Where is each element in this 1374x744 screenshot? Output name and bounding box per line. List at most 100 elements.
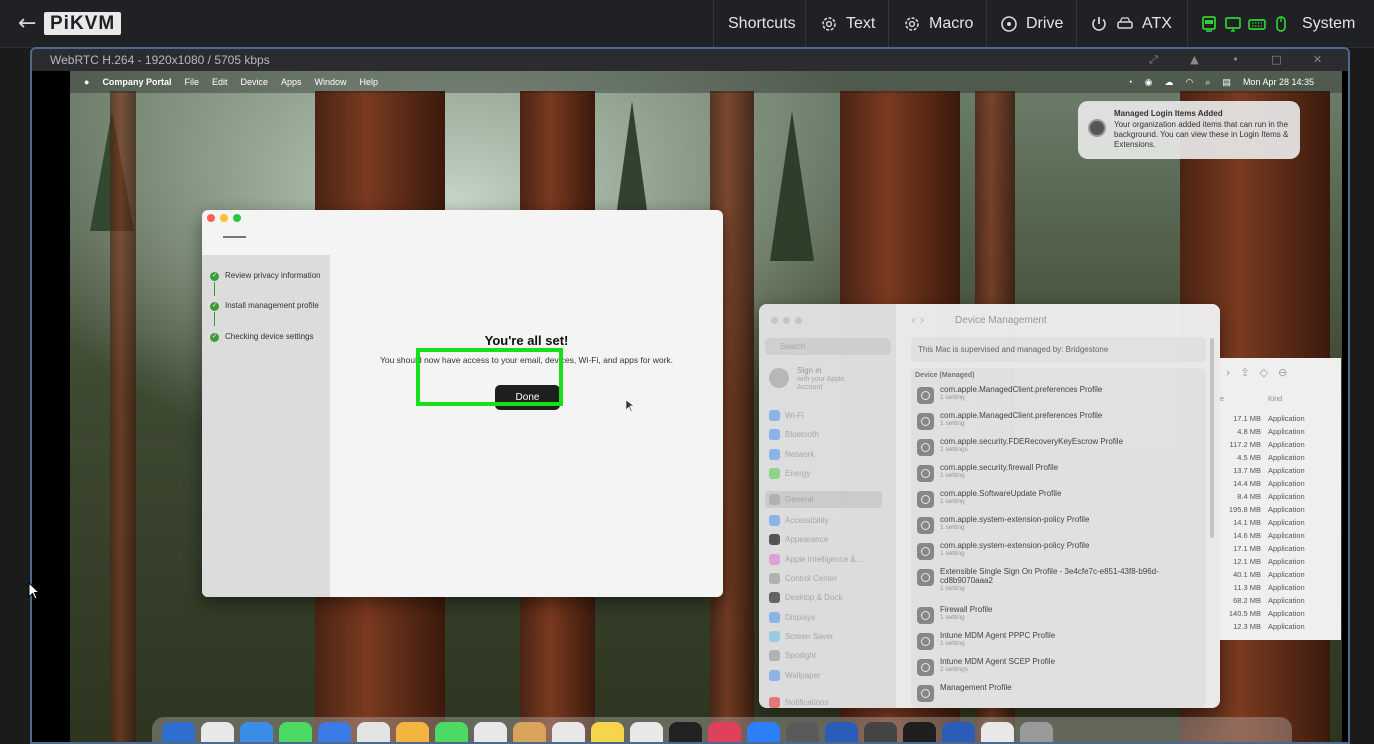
- finder-row[interactable]: 4.5 MB Application: [1220, 451, 1341, 464]
- back-arrow-icon[interactable]: ←: [18, 11, 36, 36]
- profile-row[interactable]: Management Profile: [917, 680, 1202, 706]
- sidebar-item-appearance[interactable]: Appearance: [769, 534, 828, 545]
- dock-app-icon[interactable]: [396, 722, 429, 742]
- menu-apps[interactable]: Apps: [281, 71, 302, 93]
- profile-row[interactable]: com.apple.ManagedClient.preferences Prof…: [917, 408, 1202, 434]
- menubar-app-name[interactable]: Company Portal: [102, 71, 171, 93]
- finder-row[interactable]: 195.8 MB Application: [1220, 503, 1341, 516]
- sidebar-item-screen-saver[interactable]: Screen Saver: [769, 631, 833, 642]
- apple-icon[interactable]: ●: [84, 71, 89, 93]
- sidebar-item-wallpaper[interactable]: Wallpaper: [769, 670, 821, 681]
- finder-row[interactable]: 8.4 MB Application: [1220, 490, 1341, 503]
- dock-app-icon[interactable]: [591, 722, 624, 742]
- dock-app-icon[interactable]: [513, 722, 546, 742]
- profile-row[interactable]: Intune MDM Agent PPPC Profile 1 setting: [917, 628, 1202, 654]
- close-window-icon[interactable]: [207, 214, 215, 222]
- finder-row[interactable]: 14.6 MB Application: [1220, 529, 1341, 542]
- fit-icon[interactable]: ⤢: [1133, 49, 1174, 71]
- dock-app-icon[interactable]: [942, 722, 975, 742]
- profile-row[interactable]: com.apple.system-extension-policy Profil…: [917, 512, 1202, 538]
- profile-row[interactable]: com.apple.SoftwareUpdate Profile 1 settin…: [917, 486, 1202, 512]
- finder-row[interactable]: 14.4 MB Application: [1220, 477, 1341, 490]
- sidebar-item-desktop-dock[interactable]: Desktop & Dock: [769, 592, 842, 603]
- finder-row[interactable]: 140.5 MB Application: [1220, 607, 1341, 620]
- dock-app-icon[interactable]: [786, 722, 819, 742]
- dock-app-icon[interactable]: [747, 722, 780, 742]
- atx-menu[interactable]: ATX: [1090, 0, 1172, 48]
- dock-app-icon[interactable]: [552, 722, 585, 742]
- chevron-icon[interactable]: ›: [1226, 366, 1230, 379]
- settings-search-input[interactable]: Search: [765, 338, 891, 355]
- sidebar-item-displays[interactable]: Displays: [769, 612, 815, 623]
- sidebar-item-notifications[interactable]: Notifications: [769, 697, 829, 708]
- scrollbar[interactable]: [1210, 338, 1214, 538]
- eject-icon[interactable]: ▲: [1174, 49, 1215, 71]
- system-menu[interactable]: System: [1200, 0, 1355, 48]
- sidebar-item-wifi[interactable]: Wi-Fi: [769, 410, 804, 421]
- close-icon[interactable]: ✕: [1297, 49, 1338, 71]
- profile-row[interactable]: Intune MDM Agent SCEP Profile 2 settings: [917, 654, 1202, 680]
- dock-app-icon[interactable]: [981, 722, 1014, 742]
- notification-banner[interactable]: Managed Login Items Added Your organizat…: [1078, 101, 1300, 159]
- sidebar-item-general[interactable]: General: [765, 491, 882, 508]
- minimize-window-icon[interactable]: [220, 214, 228, 222]
- finder-row[interactable]: 12.1 MB Application: [1220, 555, 1341, 568]
- finder-row[interactable]: 11.3 MB Application: [1220, 581, 1341, 594]
- status-icon[interactable]: ☁: [1165, 71, 1174, 93]
- dock-app-icon[interactable]: [630, 722, 663, 742]
- menu-help[interactable]: Help: [360, 71, 379, 93]
- zoom-window-icon[interactable]: [795, 317, 802, 324]
- dock-app-icon[interactable]: [669, 722, 702, 742]
- dot-icon[interactable]: •: [1215, 49, 1256, 71]
- control-center-icon[interactable]: ▤: [1222, 71, 1231, 93]
- kind-column-header[interactable]: Kind: [1268, 396, 1282, 403]
- menu-window[interactable]: Window: [315, 71, 347, 93]
- finder-row[interactable]: 12.3 MB Application: [1220, 620, 1341, 633]
- finder-row[interactable]: 117.2 MB Application: [1220, 438, 1341, 451]
- profile-row[interactable]: com.apple.ManagedClient.preferences Prof…: [917, 382, 1202, 408]
- wifi-icon[interactable]: ◠: [1186, 71, 1194, 93]
- finder-row[interactable]: 13.7 MB Application: [1220, 464, 1341, 477]
- status-icon[interactable]: ◉: [1145, 71, 1153, 93]
- menubar-clock[interactable]: Mon Apr 28 14:35: [1243, 71, 1314, 93]
- nav-arrows-icon[interactable]: ‹ ›: [911, 313, 924, 327]
- finder-row[interactable]: 14.1 MB Application: [1220, 516, 1341, 529]
- menu-file[interactable]: File: [184, 71, 199, 93]
- text-menu[interactable]: Text: [820, 0, 875, 48]
- dock-app-icon[interactable]: [903, 722, 936, 742]
- sidebar-item-energy[interactable]: Energy: [769, 468, 810, 479]
- dock-app-icon[interactable]: [864, 722, 897, 742]
- status-icon[interactable]: ◔: [1127, 71, 1132, 93]
- sidebar-item-network[interactable]: Network: [769, 449, 814, 460]
- menu-edit[interactable]: Edit: [212, 71, 228, 93]
- minimize-window-icon[interactable]: [783, 317, 790, 324]
- size-column-header[interactable]: e: [1220, 396, 1224, 403]
- dock-app-icon[interactable]: [240, 722, 273, 742]
- finder-row[interactable]: 17.1 MB Application: [1220, 542, 1341, 555]
- zoom-window-icon[interactable]: [233, 214, 241, 222]
- dock-app-icon[interactable]: [201, 722, 234, 742]
- sidebar-item-spotlight[interactable]: Spotlight: [769, 650, 816, 661]
- menu-device[interactable]: Device: [240, 71, 268, 93]
- sidebar-item-bluetooth[interactable]: Bluetooth: [769, 429, 819, 440]
- drive-menu[interactable]: Drive: [1000, 0, 1063, 48]
- dock-app-icon[interactable]: [435, 722, 468, 742]
- finder-row[interactable]: 40.1 MB Application: [1220, 568, 1341, 581]
- more-icon[interactable]: ⊖: [1278, 366, 1287, 379]
- sidebar-item-apple-intelligence[interactable]: Apple Intelligence &...: [769, 554, 862, 565]
- sidebar-item-control-center[interactable]: Control Center: [769, 573, 837, 584]
- tag-icon[interactable]: ◇: [1260, 366, 1268, 379]
- maximize-icon[interactable]: □: [1256, 49, 1297, 71]
- profile-row[interactable]: com.apple.security.FDERecoveryKeyEscrow …: [917, 434, 1202, 460]
- dock-app-icon[interactable]: [474, 722, 507, 742]
- sidebar-item-accessibility[interactable]: Accessibility: [769, 515, 829, 526]
- profile-row[interactable]: Extensible Single Sign On Profile - 3e4c…: [917, 564, 1202, 592]
- remote-screen[interactable]: ● Company Portal File Edit Device Apps W…: [70, 71, 1342, 742]
- dock-app-icon[interactable]: [279, 722, 312, 742]
- dock-app-icon[interactable]: [318, 722, 351, 742]
- share-icon[interactable]: ⇪: [1240, 366, 1249, 379]
- profile-row[interactable]: com.apple.security.firewall Profile 1 set…: [917, 460, 1202, 486]
- dock-app-icon[interactable]: [1020, 722, 1053, 742]
- dock-app-icon[interactable]: [825, 722, 858, 742]
- finder-row[interactable]: 4.8 MB Application: [1220, 425, 1341, 438]
